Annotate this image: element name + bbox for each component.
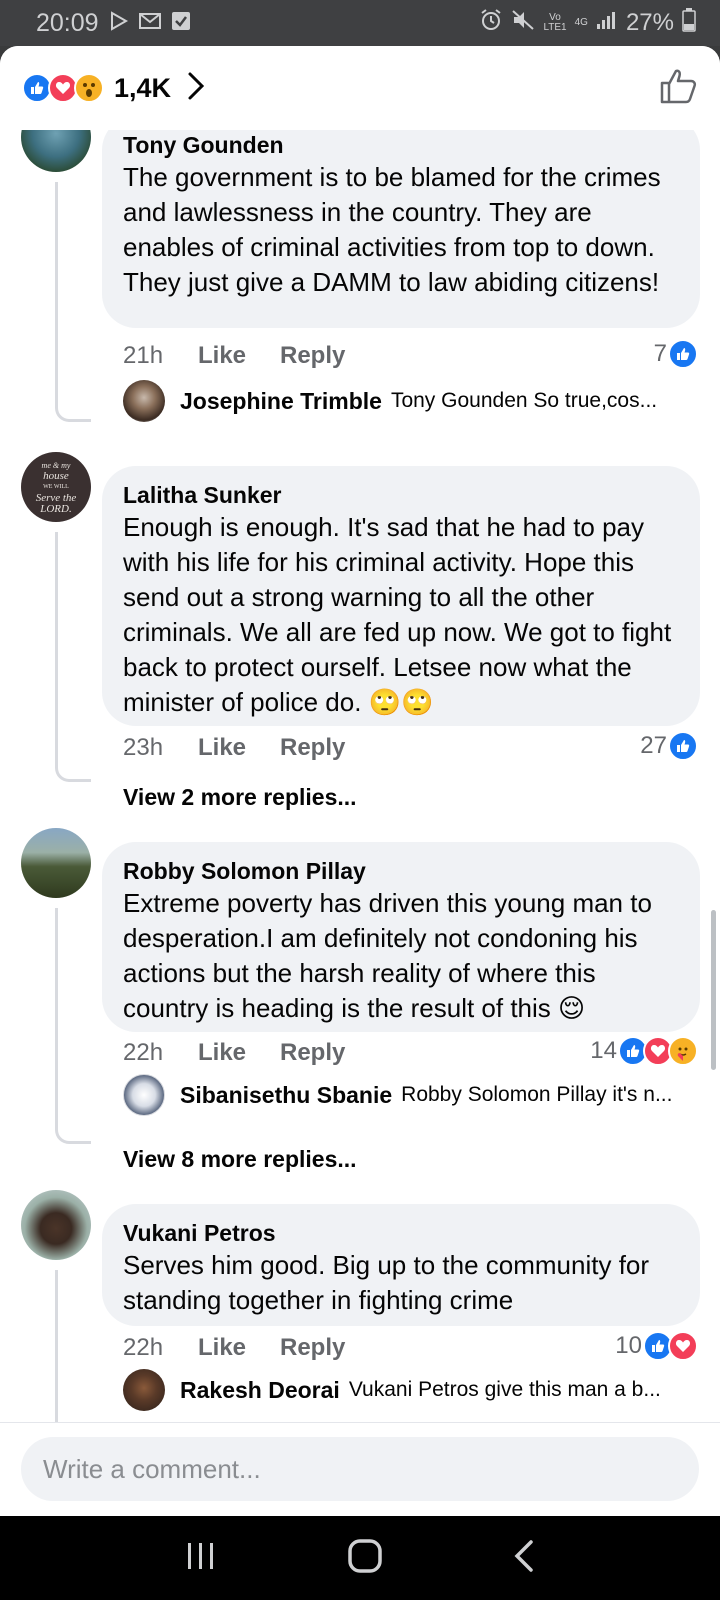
comment-text: Extreme poverty has driven this young ma… [123,888,652,1023]
network-label: Vo LTE1 [543,12,567,33]
reply-button[interactable]: Reply [280,1039,345,1067]
thread-line [55,182,91,422]
comment-reactions[interactable]: 14 [590,1034,698,1068]
comment-time: 23h [123,734,164,761]
comment-reaction-count: 14 [590,1037,617,1064]
avatar[interactable] [123,1074,165,1116]
avatar[interactable] [21,130,91,172]
view-more-replies[interactable]: View 8 more replies... [123,1146,357,1173]
comment-time: 22h [123,1039,164,1066]
alarm-icon [479,8,503,38]
mail-icon [138,9,161,38]
home-icon[interactable] [347,1538,383,1579]
comment-time: 21h [123,342,164,369]
comment-author[interactable]: Lalitha Sunker [123,480,680,510]
comment-input[interactable] [21,1437,699,1501]
comment-author[interactable]: Robby Solomon Pillay [123,856,680,886]
thread-line [55,1270,91,1422]
avatar[interactable] [123,1369,165,1411]
comment-text: Serves him good. Big up to the community… [123,1250,650,1315]
reply-preview[interactable]: Sibanisethu Sbanie Robby Solomon Pillay … [123,1073,672,1117]
status-bar: 20:09 Vo LTE1 4G 27% [0,0,720,46]
status-time: 20:09 [36,8,99,37]
battery-percent: 27% [625,9,674,36]
love-reaction-icon [668,1331,698,1361]
like-reaction-icon [668,731,698,761]
comment-bubble[interactable]: Tony Gounden The government is to be bla… [102,130,700,328]
comment-text: Enough is enough. It's sad that he had t… [123,512,672,717]
comment-composer [0,1422,720,1516]
reply-button[interactable]: Reply [280,734,345,762]
comment-author[interactable]: Vukani Petros [123,1218,680,1248]
wow-reaction-icon [74,73,104,103]
comment-actions: 21h Like Reply [123,339,345,373]
comment-actions: 22h Like Reply [123,1331,345,1365]
comments-list[interactable]: Tony Gounden The government is to be bla… [0,130,720,1422]
check-icon [171,9,191,38]
comment-actions: 22h Like Reply [123,1036,345,1070]
comment-reaction-count: 10 [615,1332,642,1359]
reply-text: Tony Gounden So true,cos... [390,389,658,412]
reply-preview[interactable]: Rakesh Deorai Vukani Petros give this ma… [123,1368,661,1412]
like-button[interactable]: Like [198,1039,280,1067]
comment-reaction-count: 27 [640,732,667,759]
reaction-count: 1,4K [114,72,172,103]
reaction-summary[interactable]: 1,4K [22,71,205,106]
battery-icon [682,7,696,39]
recent-apps-icon[interactable] [184,1541,218,1576]
reply-button[interactable]: Reply [280,1334,345,1362]
comment-bubble[interactable]: Lalitha Sunker Enough is enough. It's sa… [102,466,700,726]
avatar[interactable]: me & my house WE WILL Serve the LORD. [21,452,91,522]
like-button[interactable]: Like [198,342,280,370]
comment-reactions[interactable]: 27 [640,729,698,763]
comment-bubble[interactable]: Robby Solomon Pillay Extreme poverty has… [102,842,700,1032]
signal-icon [596,9,618,37]
reply-author[interactable]: Rakesh Deorai [180,1377,340,1404]
comment-reactions[interactable]: 7 [654,337,698,371]
avatar[interactable] [21,828,91,898]
like-outline-icon[interactable] [658,66,698,111]
reply-text: Vukani Petros give this man a b... [348,1378,661,1401]
play-icon [109,9,129,38]
reply-preview[interactable]: Josephine Trimble Tony Gounden So true,c… [123,379,657,423]
avatar[interactable] [123,380,165,422]
system-nav-bar [0,1516,720,1600]
reply-author[interactable]: Sibanisethu Sbanie [180,1082,392,1109]
comment-bubble[interactable]: Vukani Petros Serves him good. Big up to… [102,1204,700,1326]
comment-reaction-count: 7 [653,340,667,367]
reply-text: Robby Solomon Pillay it's n... [401,1083,673,1106]
mute-icon [511,9,535,38]
view-more-replies[interactable]: View 2 more replies... [123,784,357,811]
comment-author[interactable]: Tony Gounden [123,130,680,160]
comment-reactions[interactable]: 10 [615,1329,698,1363]
like-button[interactable]: Like [198,1334,280,1362]
reply-author[interactable]: Josephine Trimble [180,388,382,415]
comments-sheet: 1,4K Tony Gounden The government is to b… [0,46,720,1516]
network-gen: 4G [574,17,588,28]
scrollbar[interactable] [711,910,716,1070]
comment-text: The government is to be blamed for the c… [123,162,661,297]
reply-button[interactable]: Reply [280,342,345,370]
like-button[interactable]: Like [198,734,280,762]
care-reaction-icon [668,1036,698,1066]
sheet-header: 1,4K [0,46,720,130]
like-reaction-icon [668,339,698,369]
thread-line [55,532,91,782]
thread-line [55,908,91,1144]
comment-time: 22h [123,1334,164,1361]
back-icon[interactable] [512,1539,536,1578]
avatar[interactable] [21,1190,91,1260]
chevron-right-icon [187,71,205,106]
comment-actions: 23h Like Reply [123,731,345,765]
